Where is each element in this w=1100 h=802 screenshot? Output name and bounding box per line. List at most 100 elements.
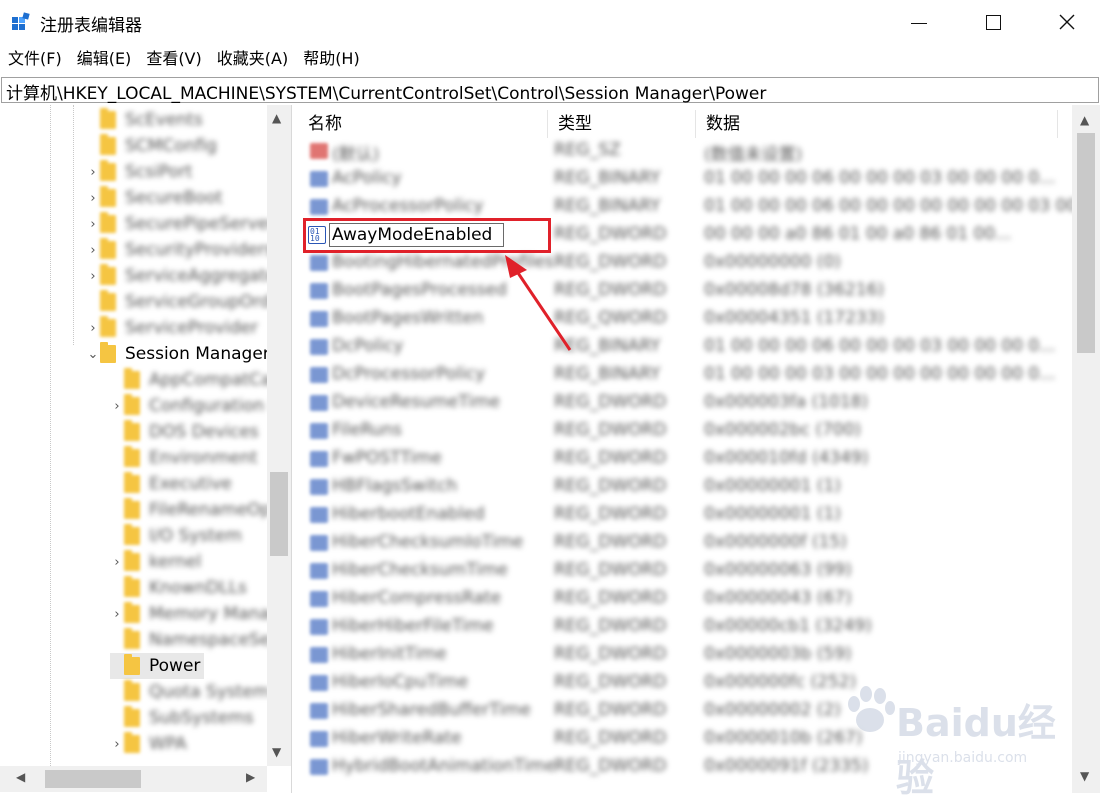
tree-item[interactable]: ServiceGroupOrder — [86, 289, 288, 315]
baidu-jingyan-watermark: Baidu经验 jingyan.baidu.com — [840, 672, 1070, 800]
folder-icon — [100, 212, 116, 233]
tree-vertical-scrollbar[interactable]: ▲ ▼ — [267, 105, 291, 766]
maximize-button[interactable] — [970, 0, 1016, 44]
tree-item[interactable]: KnownDLLs — [110, 575, 247, 601]
expand-chevron-icon[interactable]: › — [110, 737, 124, 752]
paw-logo-icon — [848, 686, 895, 732]
tree-scroll-thumb[interactable] — [270, 472, 288, 556]
binary-value-icon — [310, 675, 328, 691]
address-bar[interactable]: 计算机\HKEY_LOCAL_MACHINE\SYSTEM\CurrentCon… — [1, 77, 1099, 104]
value-row[interactable]: HiberCompressRate REG_DWORD 0x00000043 (67… — [298, 585, 1068, 613]
tree-item[interactable]: ⌄ Session Manager — [86, 341, 270, 367]
tree-item-label: SecurityProviders — [125, 240, 274, 260]
value-data: 0x000000fc (252) — [704, 672, 857, 692]
tree-item[interactable]: FileRenameOperations — [110, 497, 291, 523]
value-row[interactable]: HiberChecksumTime REG_DWORD 0x00000063 (99… — [298, 557, 1068, 585]
tree-item-label: Quota System — [149, 682, 270, 702]
folder-icon — [124, 420, 140, 441]
expand-chevron-icon[interactable]: › — [86, 217, 100, 232]
close-button[interactable] — [1044, 0, 1090, 44]
scroll-down-icon[interactable]: ▼ — [1080, 769, 1089, 783]
tree-item[interactable]: ›Memory Management — [110, 601, 291, 627]
value-row[interactable]: HiberHiberFileTime REG_DWORD 0x00000cb1 (3… — [298, 613, 1068, 641]
folder-icon — [124, 680, 140, 701]
value-type: REG_QWORD — [554, 308, 667, 328]
tree-item[interactable]: DOS Devices — [110, 419, 259, 445]
value-row[interactable]: HBFlagsSwitch REG_DWORD 0x00000001 (1) — [298, 473, 1068, 501]
tree-item[interactable]: › SecureBoot — [86, 185, 223, 211]
value-row[interactable]: DcProcessorPolicy REG_BINARY 01 00 00 00 0… — [298, 361, 1068, 389]
address-path[interactable]: 计算机\HKEY_LOCAL_MACHINE\SYSTEM\CurrentCon… — [6, 79, 766, 104]
value-row[interactable]: FwPOSTTime REG_DWORD 0x000010fd (4349) — [298, 445, 1068, 473]
column-header-name[interactable]: 名称 — [298, 110, 548, 138]
value-name: HiberInitTime — [332, 644, 447, 664]
expand-chevron-icon[interactable]: › — [86, 243, 100, 258]
menu-view[interactable]: 查看(V) — [138, 46, 208, 72]
value-row[interactable]: AcPolicy REG_BINARY 01 00 00 00 06 00 00 0… — [298, 165, 1068, 193]
scroll-left-icon[interactable]: ◀ — [16, 770, 25, 784]
value-row[interactable]: (默认) REG_SZ (数值未设置) — [298, 137, 1068, 165]
value-row[interactable]: DcPolicy REG_BINARY 01 00 00 00 06 00 00 0… — [298, 333, 1068, 361]
scroll-up-icon[interactable]: ▲ — [272, 111, 281, 125]
value-row[interactable]: HiberChecksumIoTime REG_DWORD 0x0000000f (… — [298, 529, 1068, 557]
column-header-data[interactable]: 数据 — [696, 110, 1058, 138]
tree-item[interactable]: › WPA — [110, 731, 187, 757]
column-header-type[interactable]: 类型 — [548, 110, 696, 138]
value-type: REG_DWORD — [554, 700, 667, 720]
value-name: DcPolicy — [332, 336, 404, 356]
tree-item[interactable]: AppCompatCache — [110, 367, 291, 393]
folder-icon — [100, 316, 116, 337]
tree-item[interactable]: Executive — [110, 471, 232, 497]
tree-item[interactable]: SCMConfig — [86, 133, 217, 159]
menu-favorites[interactable]: 收藏夹(A) — [209, 46, 295, 72]
value-data: 0x00000cb1 (3249) — [704, 616, 872, 636]
expand-chevron-icon[interactable]: › — [86, 191, 100, 206]
value-row[interactable]: HiberInitTime REG_DWORD 0x0000003b (59) — [298, 641, 1068, 669]
value-row[interactable]: FileRuns REG_DWORD 0x000002bc (700) — [298, 417, 1068, 445]
menu-edit[interactable]: 编辑(E) — [69, 46, 139, 72]
tree-horizontal-scrollbar[interactable]: ◀ ▶ — [0, 766, 267, 792]
tree-item[interactable]: › SecurityProviders — [86, 237, 274, 263]
value-type: REG_BINARY — [554, 168, 661, 188]
folder-icon — [100, 264, 116, 285]
tree-item[interactable]: ScEvents — [86, 107, 203, 133]
binary-value-icon — [310, 759, 328, 775]
scroll-up-icon[interactable]: ▲ — [1080, 113, 1089, 127]
tree-item[interactable]: I/O System — [110, 523, 242, 549]
expand-chevron-icon[interactable]: › — [110, 399, 124, 414]
values-vertical-scrollbar[interactable]: ▲ ▼ — [1072, 105, 1100, 793]
value-row[interactable]: BootPagesWritten REG_QWORD 0x00004351 (172… — [298, 305, 1068, 333]
value-row[interactable]: HiberbootEnabled REG_DWORD 0x00000001 (1) — [298, 501, 1068, 529]
tree-item[interactable]: › ServiceProvider — [86, 315, 258, 341]
expand-chevron-icon[interactable]: › — [86, 165, 100, 180]
expand-chevron-icon[interactable]: ⌄ — [86, 347, 100, 362]
values-scroll-thumb[interactable] — [1077, 133, 1095, 353]
tree-item[interactable]: ›Configuration Manager — [110, 393, 291, 419]
expand-chevron-icon[interactable]: › — [86, 321, 100, 336]
menu-help[interactable]: 帮助(H) — [295, 46, 367, 72]
menu-file[interactable]: 文件(F) — [0, 46, 69, 72]
value-data: 01 00 00 00 06 00 00 00 03 00 00 00 0... — [704, 168, 1056, 188]
tree-hscroll-thumb[interactable] — [45, 770, 141, 788]
value-row[interactable]: AcProcessorPolicy REG_BINARY 01 00 00 00 0… — [298, 193, 1100, 221]
value-type: REG_DWORD — [554, 644, 667, 664]
tree-item[interactable]: NamespaceSeparation — [110, 627, 291, 653]
value-row[interactable]: DeviceResumeTime REG_DWORD 0x000003fa (101… — [298, 389, 1068, 417]
tree-item[interactable]: › kernel — [110, 549, 201, 575]
expand-chevron-icon[interactable]: › — [110, 555, 124, 570]
expand-chevron-icon[interactable]: › — [86, 269, 100, 284]
tree-item[interactable]: Quota System — [110, 679, 269, 705]
expand-chevron-icon[interactable]: › — [110, 607, 124, 622]
value-row[interactable]: BootingHibernatedProfiles REG_DWORD 0x0000… — [298, 249, 1068, 277]
tree-item[interactable]: ›ServiceAggregatedEvents — [86, 263, 291, 289]
scroll-right-icon[interactable]: ▶ — [246, 770, 255, 784]
scroll-down-icon[interactable]: ▼ — [272, 745, 281, 759]
tree-item[interactable]: › ScsiPort — [86, 159, 192, 185]
minimize-button[interactable] — [896, 0, 942, 44]
value-row[interactable]: BootPagesProcessed REG_DWORD 0x00008d78 (3… — [298, 277, 1068, 305]
value-type: REG_BINARY — [554, 196, 661, 216]
tree-item[interactable]: › SecurePipeServers — [86, 211, 284, 237]
tree-item[interactable]: Environment — [110, 445, 258, 471]
tree-item[interactable]: SubSystems — [110, 705, 254, 731]
tree-item[interactable]: Power — [110, 653, 205, 679]
